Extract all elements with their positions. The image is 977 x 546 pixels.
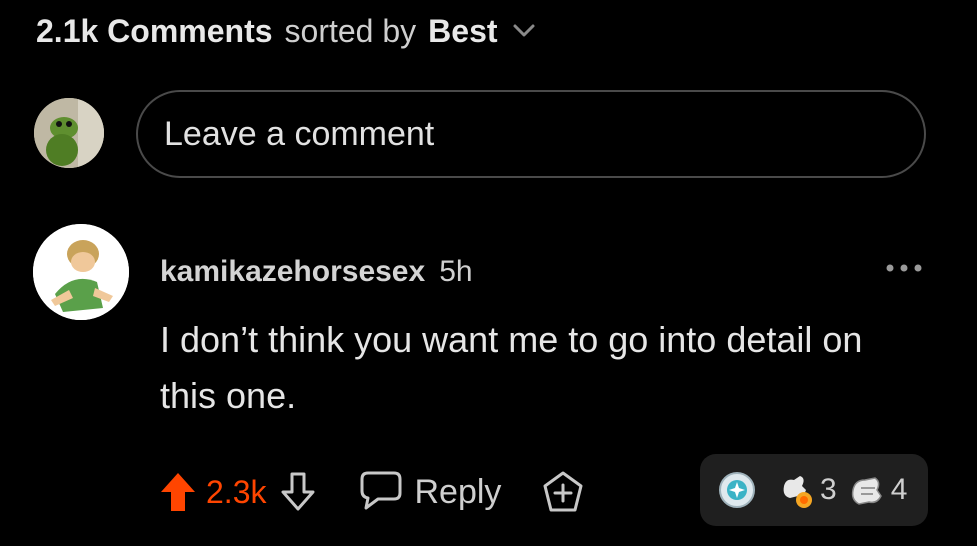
more-options-icon[interactable] [884, 258, 924, 278]
my-avatar[interactable] [34, 98, 104, 168]
sort-selector[interactable]: Best [428, 13, 497, 50]
comments-header: 2.1k Comments sorted by Best [36, 8, 536, 54]
comment-meta: kamikazehorsesex 5h [160, 250, 473, 294]
user-avatar[interactable] [33, 224, 129, 320]
silver-award-icon [716, 469, 758, 511]
downvote-arrow-icon[interactable] [278, 470, 318, 514]
comment-count: 2.1k Comments [36, 12, 273, 49]
wholesome-award-icon [776, 470, 816, 510]
bless-up-award-count: 4 [890, 473, 908, 506]
bless-up-award-icon [847, 470, 887, 510]
sorted-by-label: sorted by [284, 12, 417, 49]
comment-age: 5h [439, 255, 473, 288]
reply-bubble-icon [358, 469, 404, 516]
awards-strip[interactable]: 3 4 [700, 454, 928, 526]
chevron-down-icon[interactable] [512, 23, 536, 39]
upvote-arrow-icon[interactable] [158, 470, 198, 514]
comment-actions: 2.3k Reply [158, 464, 585, 520]
give-award-icon[interactable] [541, 470, 585, 514]
vote-score: 2.3k [206, 473, 267, 510]
comment-input-placeholder: Leave a comment [164, 114, 435, 153]
comment-username[interactable]: kamikazehorsesex [160, 255, 425, 289]
wholesome-award-count: 3 [820, 473, 837, 506]
reply-label: Reply [414, 472, 502, 511]
reply-button[interactable]: Reply [358, 469, 501, 516]
comment-body: I don’t think you want me to go into det… [160, 319, 863, 416]
comment-input[interactable]: Leave a comment [136, 90, 926, 178]
